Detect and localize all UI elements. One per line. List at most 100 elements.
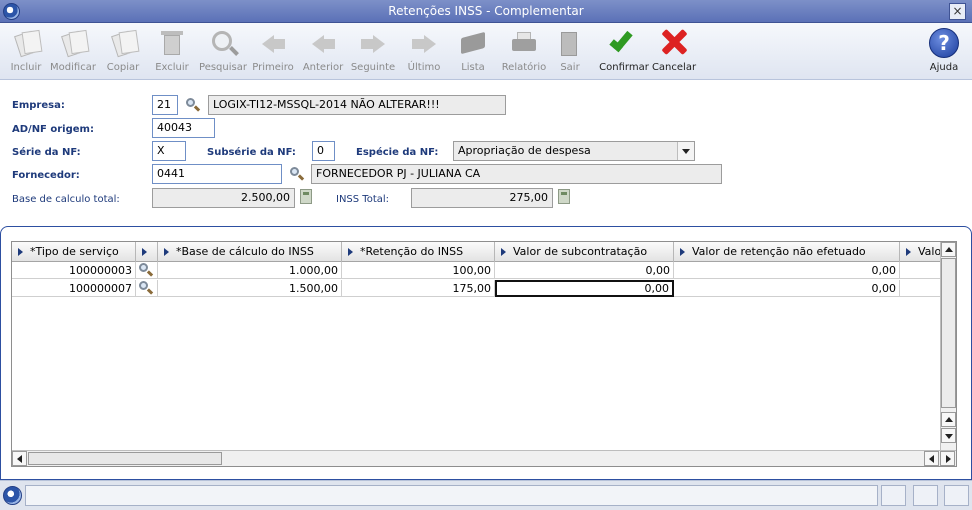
row-search-icon[interactable] bbox=[136, 262, 158, 279]
relatorio-button[interactable]: Relatório bbox=[498, 27, 550, 77]
row-search-icon[interactable] bbox=[136, 280, 158, 297]
resize-icon[interactable] bbox=[881, 485, 906, 506]
especie-nf-select[interactable]: Apropriação de despesa bbox=[453, 141, 695, 161]
excluir-button[interactable]: Excluir bbox=[146, 27, 198, 77]
vertical-scrollbar[interactable] bbox=[940, 242, 956, 450]
copy-document-icon bbox=[106, 27, 140, 59]
table-row[interactable]: 100000003 1.000,00 100,00 0,00 0,00 bbox=[12, 262, 942, 279]
search-icon bbox=[206, 27, 240, 59]
keyboard-icon[interactable] bbox=[913, 485, 938, 506]
lista-button[interactable]: Lista bbox=[447, 27, 499, 77]
cell-nao-efetuado[interactable]: 0,00 bbox=[674, 280, 900, 297]
status-message-field bbox=[25, 485, 878, 506]
add-document-icon bbox=[9, 27, 43, 59]
col-nao-efetuado[interactable]: Valor de retenção não efetuado bbox=[674, 242, 900, 262]
chat-icon[interactable] bbox=[944, 485, 969, 506]
pesquisar-button[interactable]: Pesquisar bbox=[197, 27, 249, 77]
pesquisar-label: Pesquisar bbox=[199, 62, 247, 73]
empresa-name-field: LOGIX-TI12-MSSQL-2014 NÃO ALTERAR!!! bbox=[208, 95, 506, 115]
ultimo-label: Último bbox=[407, 62, 441, 73]
especie-nf-label: Espécie da NF: bbox=[356, 147, 439, 158]
printer-icon bbox=[507, 27, 541, 59]
excluir-label: Excluir bbox=[155, 62, 189, 73]
cell-base[interactable]: 1.500,00 bbox=[158, 280, 342, 297]
lista-label: Lista bbox=[461, 62, 485, 73]
modificar-button[interactable]: Modificar bbox=[47, 27, 99, 77]
modificar-label: Modificar bbox=[50, 62, 96, 73]
horizontal-scroll-thumb[interactable] bbox=[28, 452, 222, 465]
empresa-search-icon[interactable] bbox=[186, 98, 201, 112]
vertical-scroll-thumb[interactable] bbox=[941, 258, 956, 408]
cell-subcontratacao[interactable]: 0,00 bbox=[495, 262, 674, 279]
check-icon bbox=[607, 27, 641, 59]
cell-tipo[interactable]: 100000007 bbox=[12, 280, 136, 297]
relatorio-label: Relatório bbox=[501, 62, 547, 73]
scroll-down-button[interactable] bbox=[941, 428, 956, 443]
col-retencao[interactable]: *Retenção do INSS bbox=[342, 242, 495, 262]
scroll-up-button[interactable] bbox=[941, 412, 956, 427]
horizontal-scrollbar[interactable] bbox=[12, 450, 956, 466]
title-bar: Retenções INSS - Complementar × bbox=[0, 0, 972, 23]
copiar-button[interactable]: Copiar bbox=[97, 27, 149, 77]
ajuda-button[interactable]: ? Ajuda bbox=[918, 27, 970, 77]
seguinte-label: Seguinte bbox=[350, 62, 396, 73]
inss-total-field: 275,00 bbox=[411, 188, 553, 208]
grid-header: *Tipo de serviço *Base de cálculo do INS… bbox=[12, 242, 942, 262]
sair-button[interactable]: Sair bbox=[544, 27, 596, 77]
seguinte-button[interactable]: Seguinte bbox=[347, 27, 399, 77]
close-button[interactable]: × bbox=[949, 3, 966, 20]
serie-nf-label: Série da NF: bbox=[12, 147, 81, 158]
toolbar: Incluir Modificar Copiar Excluir Pesquis… bbox=[0, 23, 972, 80]
col-base-calculo[interactable]: *Base de cálculo do INSS bbox=[158, 242, 342, 262]
subserie-nf-label: Subsérie da NF: bbox=[207, 147, 296, 158]
incluir-button[interactable]: Incluir bbox=[0, 27, 52, 77]
calculator-icon[interactable] bbox=[558, 189, 570, 204]
copiar-label: Copiar bbox=[106, 62, 140, 73]
cancelar-label: Cancelar bbox=[651, 62, 697, 73]
scroll-right-button[interactable] bbox=[940, 451, 955, 466]
exit-door-icon bbox=[553, 27, 587, 59]
chevron-down-icon[interactable] bbox=[677, 142, 694, 160]
cancelar-button[interactable]: Cancelar bbox=[648, 27, 700, 77]
cell-tipo[interactable]: 100000003 bbox=[12, 262, 136, 279]
primeiro-button[interactable]: Primeiro bbox=[247, 27, 299, 77]
col-subcontratacao[interactable]: Valor de subcontratação bbox=[495, 242, 674, 262]
fornecedor-code-input[interactable]: 0441 bbox=[152, 164, 282, 184]
ultimo-button[interactable]: Último bbox=[398, 27, 450, 77]
scroll-up-button[interactable] bbox=[941, 242, 956, 257]
col-tipo-servico[interactable]: *Tipo de serviço bbox=[12, 242, 136, 262]
scroll-left-button[interactable] bbox=[12, 451, 27, 466]
col-lookup bbox=[136, 242, 158, 262]
window-title: Retenções INSS - Complementar bbox=[388, 4, 584, 18]
help-icon: ? bbox=[927, 27, 961, 59]
fornecedor-search-icon[interactable] bbox=[290, 167, 305, 181]
cell-nao-efetuado[interactable]: 0,00 bbox=[674, 262, 900, 279]
confirmar-button[interactable]: Confirmar bbox=[598, 27, 650, 77]
cell-valo[interactable] bbox=[900, 280, 942, 297]
confirmar-label: Confirmar bbox=[599, 62, 649, 73]
cell-base[interactable]: 1.000,00 bbox=[158, 262, 342, 279]
empresa-label: Empresa: bbox=[12, 100, 65, 111]
empresa-code-input[interactable]: 21 bbox=[152, 95, 178, 115]
fornecedor-name-field: FORNECEDOR PJ - JULIANA CA bbox=[311, 164, 722, 184]
serie-nf-input[interactable]: X bbox=[152, 141, 186, 161]
cell-retencao[interactable]: 175,00 bbox=[342, 280, 495, 297]
next-arrow-icon bbox=[356, 27, 390, 59]
cell-retencao[interactable]: 100,00 bbox=[342, 262, 495, 279]
app-logo-icon[interactable] bbox=[3, 486, 22, 505]
col-valo[interactable]: Valo bbox=[900, 242, 942, 262]
cell-valo[interactable] bbox=[900, 262, 942, 279]
ajuda-label: Ajuda bbox=[929, 62, 959, 73]
incluir-label: Incluir bbox=[10, 62, 42, 73]
trash-icon bbox=[155, 27, 189, 59]
table-row[interactable]: 100000007 1.500,00 175,00 0,00 0,00 bbox=[12, 280, 942, 297]
anterior-label: Anterior bbox=[302, 62, 344, 73]
scroll-left-button[interactable] bbox=[924, 451, 939, 466]
ad-nf-origem-input[interactable]: 40043 bbox=[152, 118, 215, 138]
calculator-icon[interactable] bbox=[300, 189, 312, 204]
subserie-nf-input[interactable]: 0 bbox=[312, 141, 335, 161]
anterior-button[interactable]: Anterior bbox=[297, 27, 349, 77]
ad-nf-origem-label: AD/NF origem: bbox=[12, 124, 94, 135]
cell-subcontratacao-selected[interactable]: 0,00 bbox=[495, 280, 674, 297]
previous-arrow-icon bbox=[306, 27, 340, 59]
